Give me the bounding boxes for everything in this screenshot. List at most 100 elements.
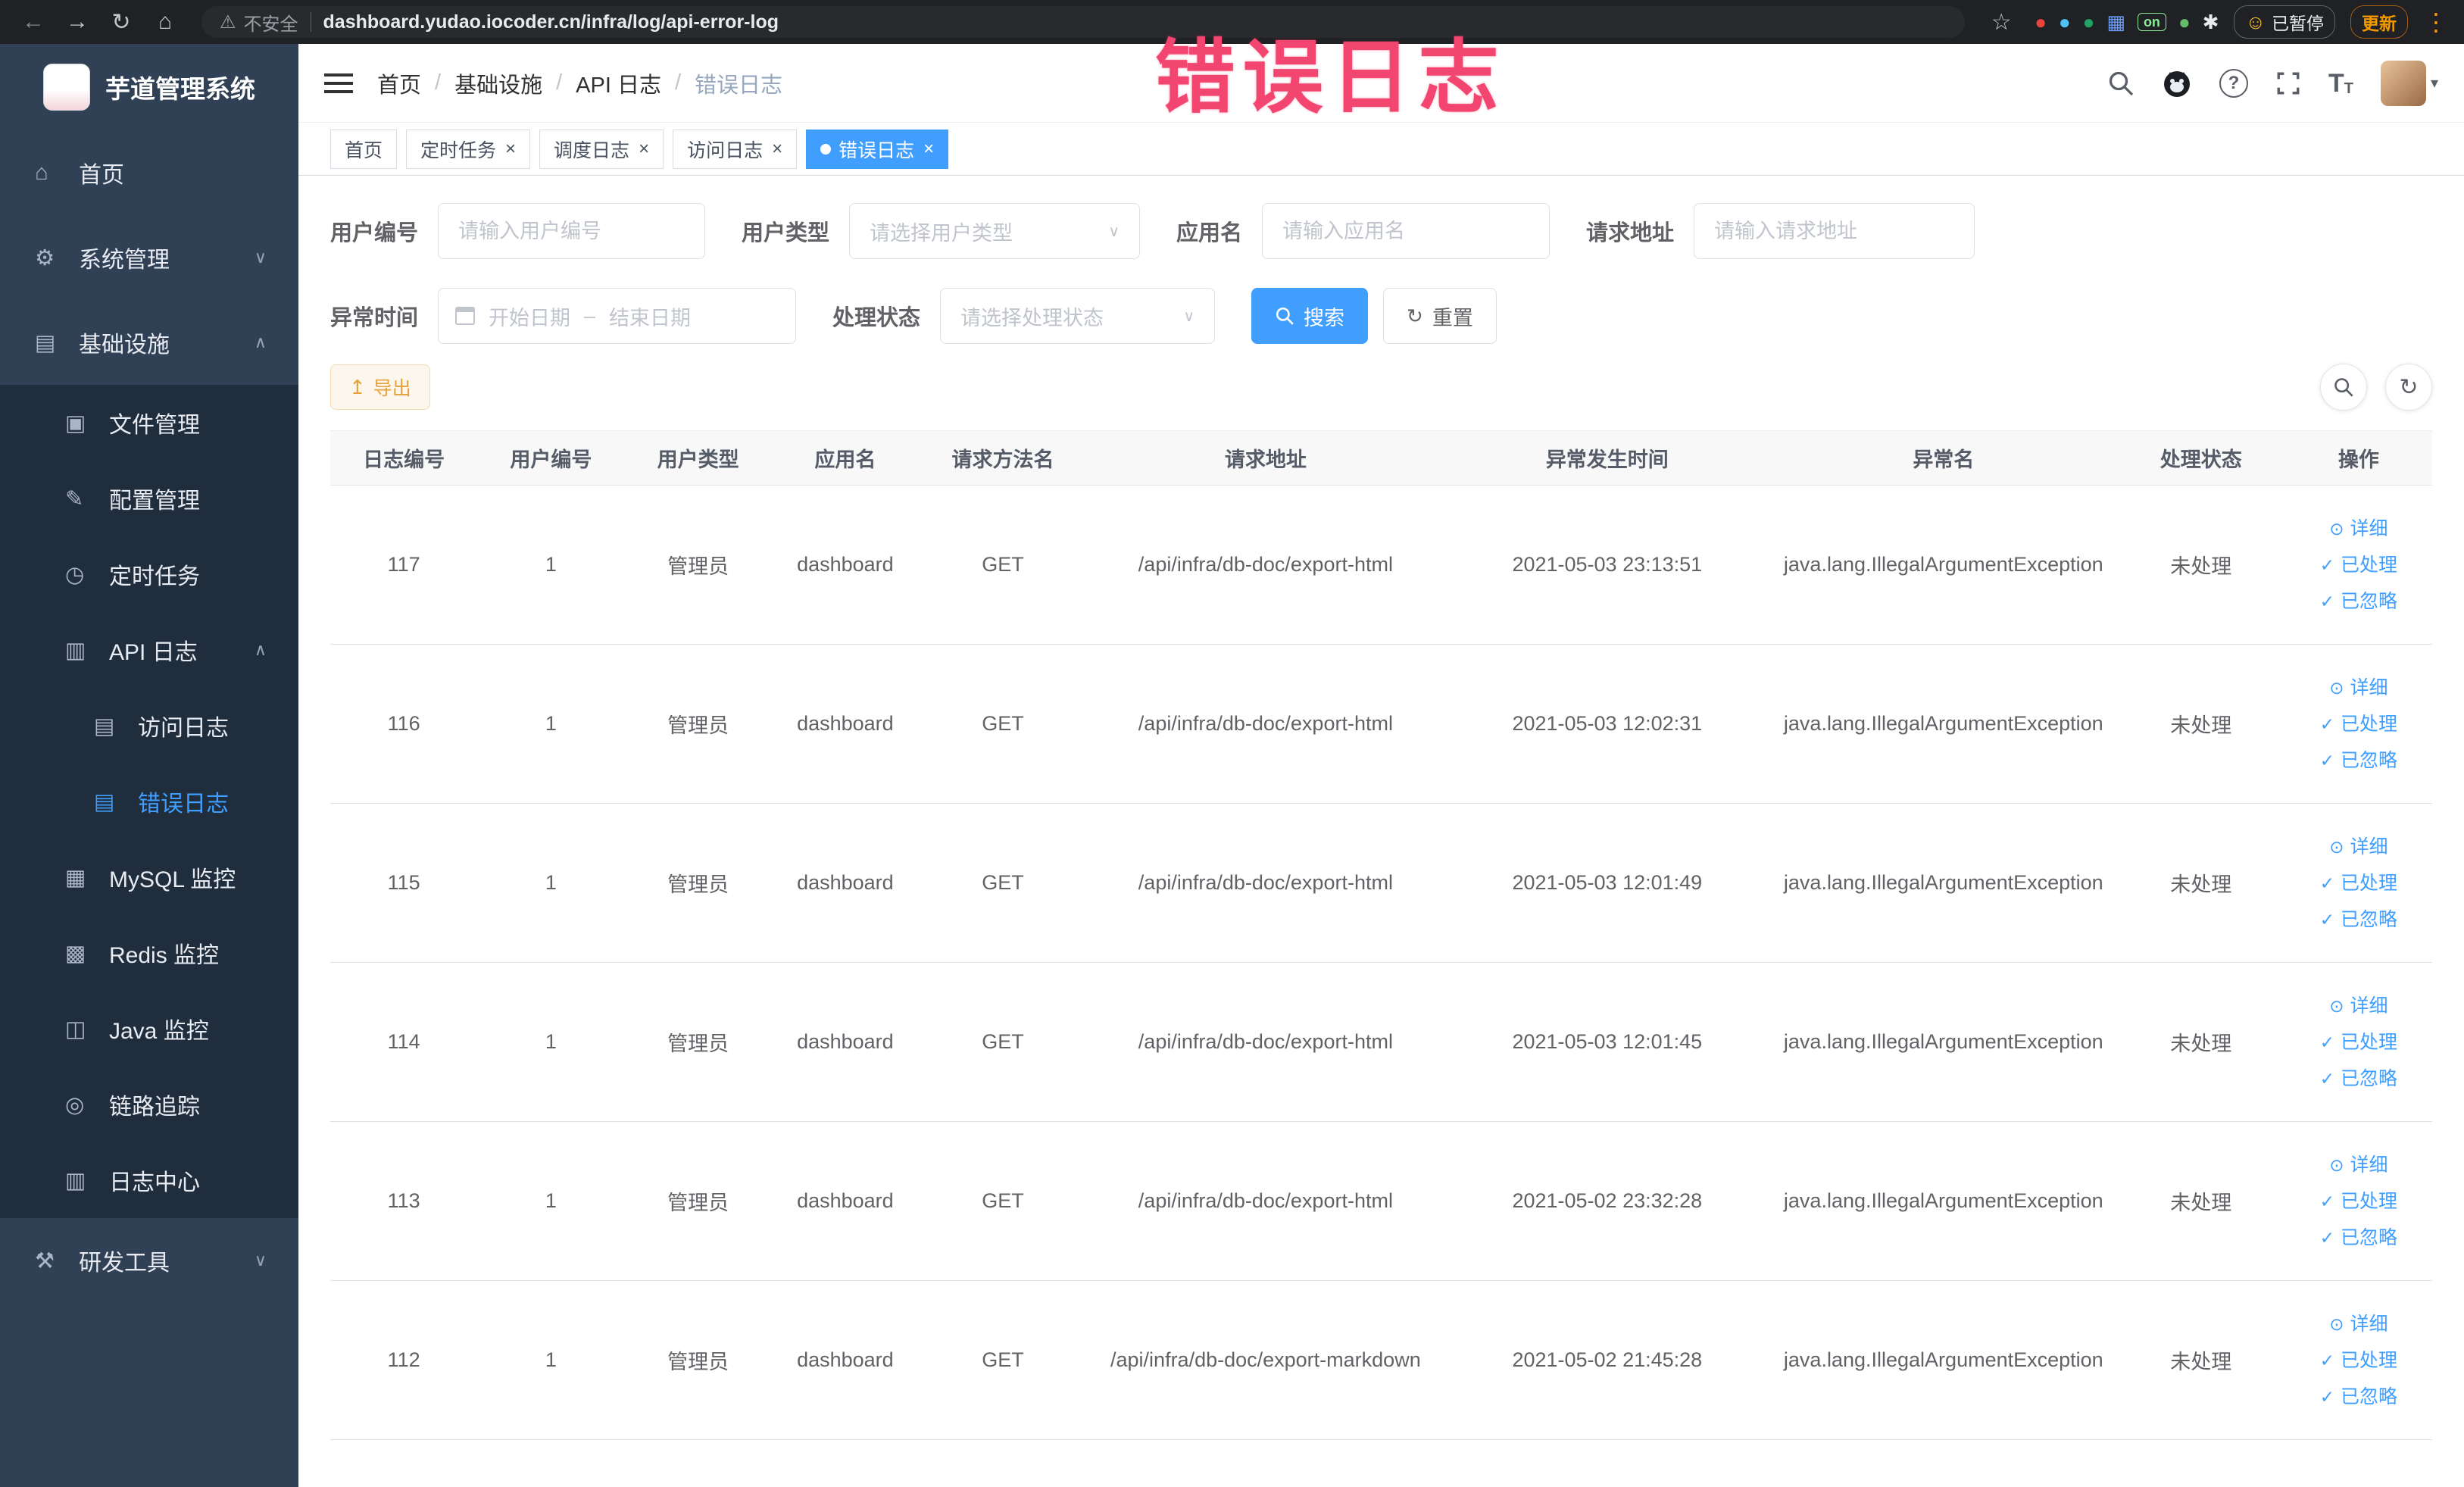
action-detail-link[interactable]: ⊙ 详细 xyxy=(2293,670,2425,706)
action-processed-link[interactable]: ✓ 已处理 xyxy=(2293,865,2425,901)
sidebar-item-system-management[interactable]: ⚙ 系统管理 ∨ xyxy=(0,215,298,300)
breadcrumb-item[interactable]: 首页 xyxy=(377,67,421,99)
table-body: 117 1 管理员 dashboard GET/api/infra/db-doc/exp… xyxy=(330,485,2432,1440)
user-id-label: 用户编号 xyxy=(330,221,419,245)
ext-blue-drop-icon[interactable]: ● xyxy=(2059,12,2071,32)
sidebar-item-redis-monitor[interactable]: ▩ Redis 监控 xyxy=(0,915,298,991)
cell-url: /api/infra/db-doc/export-html xyxy=(1087,803,1444,963)
api-log-icon: ▥ xyxy=(65,638,86,663)
font-size-icon[interactable]: TT xyxy=(2328,70,2353,96)
action-detail-link[interactable]: ⊙ 详细 xyxy=(2293,829,2425,865)
search-toggle-button[interactable] xyxy=(2320,364,2367,411)
ext-leaf-icon[interactable]: ● xyxy=(2178,12,2191,32)
column-header: 异常名 xyxy=(1769,430,2117,486)
export-button[interactable]: ↥ 导出 xyxy=(330,364,430,410)
url-text[interactable]: dashboard.yudao.iocoder.cn/infra/log/api… xyxy=(323,11,779,33)
sidebar-item-java-monitor[interactable]: ◫ Java 监控 xyxy=(0,991,298,1067)
ext-blue-grid-icon[interactable]: ▦ xyxy=(2106,12,2125,32)
sidebar-item-mysql-monitor[interactable]: ▦ MySQL 监控 xyxy=(0,839,298,915)
process-status-select[interactable]: 请选择处理状态 ∨ xyxy=(940,288,1216,344)
sidebar-item-dev-tools[interactable]: ⚒ 研发工具 ∨ xyxy=(0,1218,298,1303)
reload-button[interactable]: ↻ xyxy=(103,4,139,40)
fullscreen-icon[interactable] xyxy=(2275,70,2301,96)
action-processed-link[interactable]: ✓ 已处理 xyxy=(2293,547,2425,583)
home-button[interactable]: ⌂ xyxy=(147,4,183,40)
action-label: 已处理 xyxy=(2341,1190,2398,1212)
bookmark-star-icon[interactable]: ☆ xyxy=(1983,4,2019,40)
security-warning-label[interactable]: 不安全 xyxy=(244,9,298,36)
action-detail-link[interactable]: ⊙ 详细 xyxy=(2293,1306,2425,1342)
tab-scheduled-jobs[interactable]: 定时任务 × xyxy=(406,129,531,169)
user-id-input[interactable] xyxy=(438,203,706,259)
app-logo-row[interactable]: 芋道管理系统 xyxy=(0,44,298,130)
sidebar-item-access-log[interactable]: ▤ 访问日志 xyxy=(0,688,298,764)
search-button[interactable]: 搜索 xyxy=(1251,288,1369,344)
search-icon[interactable] xyxy=(2107,70,2135,97)
sidebar-item-file-management[interactable]: ▣ 文件管理 xyxy=(0,385,298,461)
tab-access-log[interactable]: 访问日志 × xyxy=(673,129,798,169)
cell-user_id: 1 xyxy=(477,485,625,645)
action-detail-link[interactable]: ⊙ 详细 xyxy=(2293,1147,2425,1183)
detail-icon: ⊙ xyxy=(2329,518,2344,539)
user-menu[interactable]: ▾ xyxy=(2380,60,2438,106)
action-detail-link[interactable]: ⊙ 详细 xyxy=(2293,988,2425,1024)
sidebar-item-infrastructure[interactable]: ▤ 基础设施 ∧ xyxy=(0,300,298,385)
update-button[interactable]: 更新 xyxy=(2350,5,2408,39)
sidebar-item-error-log[interactable]: ▤ 错误日志 xyxy=(0,764,298,839)
tab-close-icon[interactable]: × xyxy=(505,139,516,160)
sidebar-item-link-trace[interactable]: ◎ 链路追踪 xyxy=(0,1067,298,1142)
ext-green-circle-icon[interactable]: ● xyxy=(2083,12,2095,32)
cell-user_type: 管理员 xyxy=(624,644,772,804)
tab-close-icon[interactable]: × xyxy=(639,139,649,160)
browser-menu-button[interactable]: ⋮ xyxy=(2423,4,2449,40)
tab-close-icon[interactable]: × xyxy=(772,139,782,160)
exception-time-range-picker[interactable]: 开始日期 – 结束日期 xyxy=(438,288,797,344)
action-ignored-link[interactable]: ✓ 已忽略 xyxy=(2293,583,2425,620)
request-url-input[interactable] xyxy=(1694,203,1975,259)
tab-label: 错误日志 xyxy=(839,139,915,161)
ext-on-badge-icon[interactable]: on xyxy=(2137,13,2166,31)
paused-badge[interactable]: ☺ 已暂停 xyxy=(2234,5,2335,39)
tab-close-icon[interactable]: × xyxy=(923,139,934,160)
sidebar-item-log-center[interactable]: ▥ 日志中心 xyxy=(0,1142,298,1218)
sidebar-item-home[interactable]: ⌂ 首页 xyxy=(0,130,298,215)
action-detail-link[interactable]: ⊙ 详细 xyxy=(2293,511,2425,547)
reset-button[interactable]: ↻ 重置 xyxy=(1383,288,1497,344)
sidebar-collapse-button[interactable] xyxy=(324,71,353,95)
user-type-placeholder: 请选择用户类型 xyxy=(870,221,1013,245)
link-trace-icon: ◎ xyxy=(65,1092,85,1117)
action-processed-link[interactable]: ✓ 已处理 xyxy=(2293,1024,2425,1061)
tab-home[interactable]: 首页 xyxy=(330,129,398,169)
tab-job-log[interactable]: 调度日志 × xyxy=(539,129,664,169)
column-header: 操作 xyxy=(2284,430,2432,486)
ignored-icon: ✓ xyxy=(2319,1068,2334,1089)
user-type-select[interactable]: 请选择用户类型 ∨ xyxy=(849,203,1141,259)
cell-user_id: 1 xyxy=(477,644,625,804)
breadcrumb-item[interactable]: 基础设施 xyxy=(454,67,542,99)
action-ignored-link[interactable]: ✓ 已忽略 xyxy=(2293,901,2425,938)
ext-paw-icon[interactable]: ✱ xyxy=(2203,12,2219,32)
github-icon[interactable] xyxy=(2162,68,2192,98)
sidebar-item-scheduled-jobs[interactable]: ◷ 定时任务 xyxy=(0,536,298,612)
address-bar[interactable]: ⚠ 不安全 dashboard.yudao.iocoder.cn/infra/l… xyxy=(201,6,1966,38)
app-name-input[interactable] xyxy=(1262,203,1551,259)
action-ignored-link[interactable]: ✓ 已忽略 xyxy=(2293,1061,2425,1097)
column-header: 用户类型 xyxy=(624,430,772,486)
ext-red-circle-icon[interactable]: ● xyxy=(2035,12,2047,32)
breadcrumb-item[interactable]: API 日志 xyxy=(576,67,661,99)
action-ignored-link[interactable]: ✓ 已忽略 xyxy=(2293,1220,2425,1256)
tab-error-log[interactable]: 错误日志 × xyxy=(806,129,949,169)
action-ignored-link[interactable]: ✓ 已忽略 xyxy=(2293,1379,2425,1415)
action-processed-link[interactable]: ✓ 已处理 xyxy=(2293,1342,2425,1379)
sidebar-item-api-log[interactable]: ▥ API 日志 ∧ xyxy=(0,612,298,688)
help-icon[interactable]: ? xyxy=(2219,68,2248,98)
chevron-up-icon: ∧ xyxy=(254,640,267,659)
back-button[interactable]: ← xyxy=(15,4,52,40)
sidebar-item-config-management[interactable]: ✎ 配置管理 xyxy=(0,461,298,536)
action-processed-link[interactable]: ✓ 已处理 xyxy=(2293,1183,2425,1220)
refresh-button[interactable]: ↻ xyxy=(2385,364,2432,411)
action-ignored-link[interactable]: ✓ 已忽略 xyxy=(2293,742,2425,779)
forward-button[interactable]: → xyxy=(59,4,95,40)
cell-status: 未处理 xyxy=(2116,1280,2285,1440)
action-processed-link[interactable]: ✓ 已处理 xyxy=(2293,706,2425,742)
